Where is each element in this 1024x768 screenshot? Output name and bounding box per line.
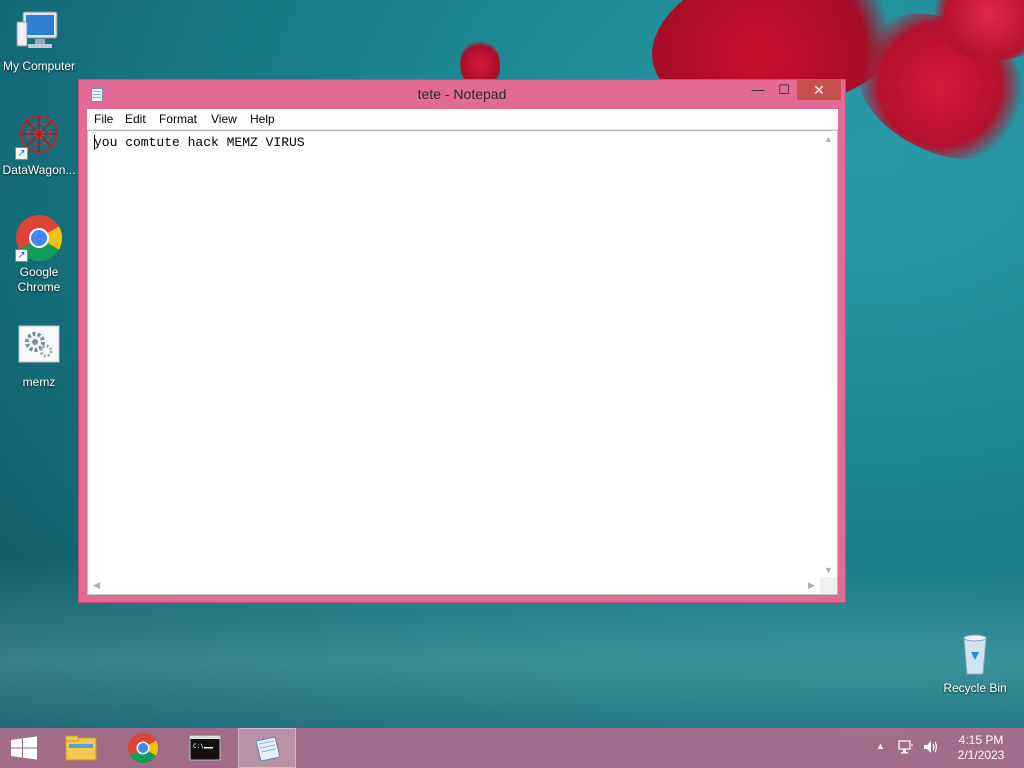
computer-icon	[15, 8, 63, 56]
shortcut-arrow-icon: ↗	[15, 249, 28, 262]
start-button[interactable]	[0, 728, 50, 768]
taskbar-notepad[interactable]	[238, 728, 296, 768]
notepad-window[interactable]: tete - Notepad — ☐ ✕ File Edit Format Vi…	[78, 79, 846, 603]
maximize-button[interactable]: ☐	[771, 80, 797, 100]
menu-help[interactable]: Help	[250, 112, 275, 126]
datawagon-icon: ↗	[15, 112, 63, 160]
close-button[interactable]: ✕	[797, 80, 841, 100]
menu-bar: File Edit Format View Help	[87, 109, 838, 130]
scroll-up-arrow-icon[interactable]: ▲	[820, 131, 837, 148]
text-editor[interactable]: you comtute hack MEMZ VIRUS ▲ ▼ ◀ ▶	[87, 130, 838, 595]
window-title: tete - Notepad	[417, 86, 507, 102]
desktop-icon-memz[interactable]: memz	[0, 324, 78, 390]
desktop-icon-label: DataWagon...	[2, 163, 76, 177]
desktop-icon-label: Recycle Bin	[943, 681, 1007, 695]
menu-edit[interactable]: Edit	[125, 112, 146, 126]
resize-grip[interactable]	[820, 577, 837, 594]
taskbar-file-explorer[interactable]	[52, 728, 110, 768]
system-clock[interactable]: 4:15 PM 2/1/2023	[948, 733, 1014, 763]
chrome-icon	[128, 733, 159, 764]
file-explorer-icon	[65, 735, 97, 761]
desktop-icon-google-chrome[interactable]: ↗ Google Chrome	[0, 214, 78, 295]
horizontal-scrollbar[interactable]: ◀ ▶	[88, 577, 820, 594]
desktop-icon-datawagon[interactable]: ↗ DataWagon...	[0, 112, 78, 178]
taskbar-chrome[interactable]	[114, 728, 172, 768]
scroll-right-arrow-icon[interactable]: ▶	[803, 577, 820, 594]
taskbar-command-prompt[interactable]: C:\	[176, 728, 234, 768]
scroll-left-arrow-icon[interactable]: ◀	[88, 577, 105, 594]
clock-date: 2/1/2023	[957, 748, 1005, 762]
show-hidden-icons-button[interactable]: ▲	[876, 741, 885, 751]
minimize-button[interactable]: —	[745, 80, 771, 100]
menu-format[interactable]: Format	[159, 112, 197, 126]
desktop-icon-label: My Computer	[2, 59, 76, 73]
editor-text[interactable]: you comtute hack MEMZ VIRUS	[94, 135, 814, 150]
menu-view[interactable]: View	[211, 112, 237, 126]
menu-file[interactable]: File	[94, 112, 113, 126]
desktop-icon-label: Google Chrome	[17, 265, 61, 294]
desktop-icon-my-computer[interactable]: My Computer	[0, 8, 78, 74]
taskbar: C:\ ▲ 4:15 PM 2/1/2023	[0, 728, 1024, 768]
command-prompt-icon: C:\	[189, 735, 221, 761]
recycle-bin-icon	[951, 630, 999, 678]
volume-icon[interactable]	[922, 739, 940, 758]
clock-time: 4:15 PM	[958, 733, 1004, 747]
shortcut-arrow-icon: ↗	[15, 147, 28, 160]
windows-logo-icon	[11, 736, 37, 760]
notepad-icon	[255, 736, 281, 762]
gear-file-icon	[15, 324, 63, 372]
network-icon[interactable]	[898, 739, 914, 758]
desktop-icon-label: memz	[22, 375, 56, 389]
chrome-icon: ↗	[15, 214, 63, 262]
vertical-scrollbar[interactable]: ▲ ▼	[820, 131, 837, 579]
text-caret	[94, 135, 95, 150]
svg-text:C:\: C:\	[193, 743, 204, 750]
title-bar[interactable]: tete - Notepad — ☐ ✕	[79, 80, 845, 109]
desktop-icon-recycle-bin[interactable]: Recycle Bin	[936, 630, 1014, 696]
